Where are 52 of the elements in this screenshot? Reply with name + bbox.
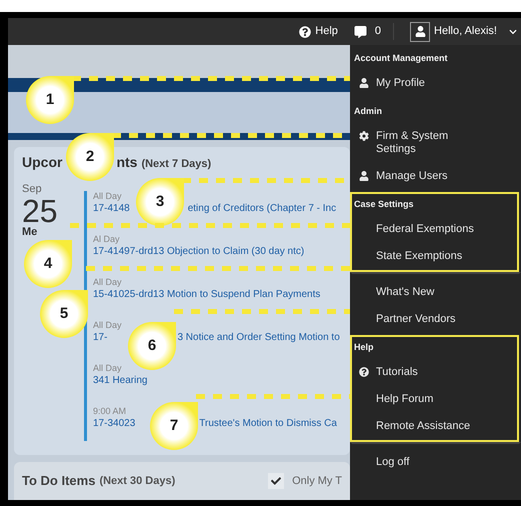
event-time: All Day bbox=[93, 363, 122, 374]
gear-icon bbox=[359, 131, 369, 141]
event-link[interactable]: Trustee's Motion to Dismiss Ca bbox=[199, 417, 337, 431]
menu-item[interactable]: Tutorials bbox=[352, 359, 517, 386]
menu-item[interactable]: Federal Exemptions bbox=[352, 216, 517, 243]
event-link[interactable]: 17- bbox=[93, 331, 108, 345]
messages-button[interactable]: 0 bbox=[354, 23, 394, 40]
card-title: Upcor bbox=[22, 153, 62, 171]
check-icon bbox=[271, 476, 282, 486]
menu-item[interactable]: My Profile bbox=[352, 70, 519, 97]
event-time: All Day bbox=[93, 191, 122, 202]
month-label: Sep bbox=[22, 183, 42, 196]
card-title: To Do Items bbox=[22, 472, 96, 490]
event-link[interactable]: eting of Creditors (Chapter 7 - Inc bbox=[188, 202, 336, 216]
menu-item[interactable]: Help Forum bbox=[352, 386, 517, 413]
card-title: nts bbox=[116, 153, 138, 171]
person-icon bbox=[359, 78, 369, 88]
section-header: Account Management bbox=[353, 52, 449, 66]
weekday-label: Me bbox=[22, 226, 38, 239]
help-icon bbox=[299, 26, 312, 38]
message-icon bbox=[354, 26, 367, 38]
filter-label: Only My T bbox=[292, 474, 342, 489]
menu-item[interactable]: State Exemptions bbox=[352, 243, 517, 270]
event-link[interactable]: 15-41025-drd13 Motion to Suspend Plan Payments bbox=[93, 288, 320, 302]
date-range: (Next 30 Days) bbox=[99, 474, 176, 489]
filter-checkbox[interactable] bbox=[268, 473, 284, 489]
event-link[interactable]: 17-4148 bbox=[93, 202, 130, 216]
menu-item[interactable]: Manage Users bbox=[352, 163, 519, 190]
section-header: Admin bbox=[353, 105, 383, 118]
person-icon bbox=[359, 171, 369, 181]
section-header: Help bbox=[353, 341, 375, 354]
event-time: Al Day bbox=[93, 234, 120, 245]
menu-item[interactable]: Remote Assistance bbox=[352, 413, 517, 440]
event-time: All Day bbox=[93, 320, 122, 331]
event-link[interactable]: 341 Hearing bbox=[93, 374, 148, 388]
date-range: (Next 7 Days) bbox=[141, 157, 212, 172]
day-number: 25 bbox=[22, 196, 58, 226]
event-time: 9:00 AM bbox=[93, 406, 126, 417]
avatar-icon bbox=[410, 22, 430, 42]
menu-item[interactable]: What's New bbox=[352, 279, 519, 306]
menu-item[interactable]: Firm & System Settings bbox=[352, 123, 519, 163]
caret-icon bbox=[509, 28, 517, 36]
help-link[interactable]: Help bbox=[299, 23, 338, 40]
user-menu-button[interactable]: Hello, Alexis! bbox=[410, 22, 517, 42]
help-icon bbox=[359, 367, 369, 377]
event-link[interactable]: 3 Notice and Order Setting Motion to bbox=[177, 331, 340, 345]
event-link[interactable]: 17-41497-drd13 Objection to Claim (30 day ntc) bbox=[93, 245, 304, 259]
event-link[interactable]: 17-34023 bbox=[93, 417, 136, 431]
event-time: All Day bbox=[93, 277, 122, 288]
menu-item[interactable]: Log off bbox=[352, 449, 519, 476]
section-header: Case Settings bbox=[353, 198, 415, 212]
menu-item[interactable]: Partner Vendors bbox=[352, 306, 519, 333]
